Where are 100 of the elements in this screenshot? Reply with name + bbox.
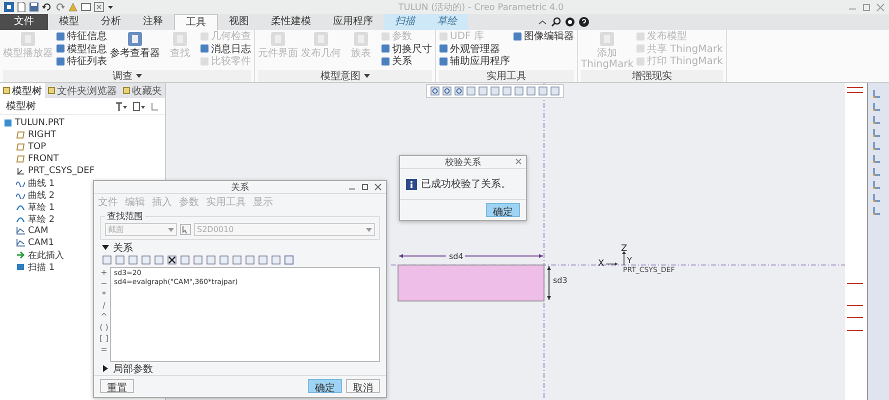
ribbon-tab[interactable]: 柔性建模	[260, 14, 322, 30]
filter-icon[interactable]	[151, 102, 159, 110]
settings-icon[interactable]	[565, 17, 575, 27]
show-menu-icon[interactable]	[133, 102, 145, 110]
triangle-icon	[102, 244, 109, 251]
ribbon-tab[interactable]: 视图	[218, 14, 260, 30]
info-icon	[406, 178, 417, 190]
ribbon-tab[interactable]: 注释	[132, 14, 174, 30]
caret-icon	[168, 226, 174, 232]
ok-button[interactable]: 确定	[486, 203, 520, 217]
ribbon-tab[interactable]: 文件	[0, 14, 48, 30]
dialog-title: 校验关系	[445, 156, 481, 168]
axis-label: Y	[627, 256, 632, 265]
ribbon-tool-icon	[127, 31, 143, 47]
corner-icon[interactable]	[872, 89, 882, 99]
ribbon-tab[interactable]: 模型	[48, 14, 90, 30]
panel-tab-icon	[48, 87, 55, 94]
maximize-icon[interactable]	[862, 2, 871, 12]
app-icon[interactable]	[4, 2, 14, 12]
ribbon-button[interactable]: 特征列表	[56, 55, 107, 68]
ribbon-tab[interactable]: 工具	[174, 14, 218, 30]
dimension-line	[547, 266, 551, 300]
group-label: 查找范围	[106, 210, 144, 223]
zoom-in-icon[interactable]	[442, 86, 452, 96]
ribbon-tab[interactable]: 草绘	[426, 14, 468, 30]
window-icon[interactable]	[81, 2, 91, 12]
ribbon-button[interactable]: 模型信息	[56, 42, 107, 55]
verify-icon[interactable]	[284, 255, 294, 265]
operator-button[interactable]: ( )	[98, 322, 110, 333]
operator-button[interactable]: *	[98, 289, 110, 300]
graph-icon	[16, 239, 25, 247]
dialog-title: 关系	[231, 182, 249, 194]
panel-tab-icon	[123, 87, 130, 94]
panel-tab[interactable]: 文件夹浏览器	[45, 83, 120, 98]
dimension-label: sd4	[449, 252, 464, 261]
zoom-fit-icon[interactable]	[430, 86, 440, 96]
sweep-icon	[16, 263, 25, 271]
ribbon-button[interactable]: 参考查看器	[110, 30, 160, 70]
pointer-select-icon[interactable]	[180, 224, 191, 235]
dialog-button[interactable]: 重置	[100, 379, 134, 393]
operator-button[interactable]: ^	[98, 311, 110, 322]
search-icon[interactable]	[551, 17, 561, 27]
panel-tab-icon	[3, 87, 10, 94]
tree-item[interactable]: RIGHT	[0, 129, 165, 141]
caret-icon	[364, 73, 370, 79]
panel-tab[interactable]: 收藏夹	[120, 83, 165, 98]
help-icon[interactable]	[579, 17, 589, 27]
dialog-button[interactable]: 确定	[308, 379, 342, 393]
tree-item[interactable]: TULUN.PRT	[0, 117, 165, 129]
axis-label: Z	[621, 244, 628, 254]
section-toggle[interactable]: 局部参数	[94, 362, 386, 375]
coordinate-axes	[606, 251, 626, 266]
operator-button[interactable]: [ ]	[98, 333, 110, 344]
operator-button[interactable]: +	[98, 267, 110, 278]
window-title: TULUN (活动的) - Creo Parametric 4.0	[397, 2, 565, 14]
ribbon-tab[interactable]: 应用程序	[322, 14, 384, 30]
corner-icon[interactable]	[872, 115, 882, 125]
triangle-icon	[102, 365, 109, 372]
tree-item[interactable]: 曲线 1	[0, 177, 165, 189]
save-icon[interactable]	[29, 2, 39, 12]
collapse-ribbon-icon[interactable]	[538, 18, 547, 26]
tree-settings-icon[interactable]	[115, 102, 127, 110]
graph-icon	[16, 227, 25, 235]
ribbon-tab[interactable]: 扫描	[384, 14, 426, 30]
close-icon[interactable]	[374, 183, 382, 191]
tree-item[interactable]: TOP	[0, 141, 165, 153]
ribbon-button[interactable]: 消息日志	[200, 42, 251, 55]
ribbon-tab[interactable]: 分析	[90, 14, 132, 30]
dimension-label: sd3	[553, 276, 568, 285]
panel-header: 模型树	[6, 100, 36, 113]
ribbon-button[interactable]: 关系	[381, 55, 432, 68]
regenerate-icon[interactable]	[68, 2, 78, 12]
group-label[interactable]: 调查	[112, 69, 142, 83]
delete-icon[interactable]	[167, 255, 177, 265]
csys-icon	[16, 167, 25, 175]
ribbon-button[interactable]: 外观管理器	[439, 42, 510, 55]
ribbon-button[interactable]: 切换尺寸	[381, 42, 432, 55]
panel-tab[interactable]: 模型树	[0, 83, 45, 98]
operator-button[interactable]: −	[98, 278, 110, 289]
close-icon[interactable]	[515, 158, 522, 165]
tree-item[interactable]: FRONT	[0, 153, 165, 165]
ribbon-tool-icon	[513, 32, 522, 41]
operator-button[interactable]: /	[98, 300, 110, 311]
ribbon-button[interactable]: 图像编辑器	[513, 30, 574, 42]
message-text: 已成功校验了关系。	[421, 178, 511, 191]
ribbon-button[interactable]: 辅助应用程序	[439, 55, 510, 68]
axis-label: X	[598, 259, 604, 269]
caret-icon	[136, 73, 142, 79]
ribbon-button[interactable]: 特征信息	[56, 30, 107, 42]
new-file-icon[interactable]	[17, 2, 26, 12]
caret-icon	[366, 226, 372, 232]
zoom-out-icon[interactable]	[454, 86, 464, 96]
insert-icon	[16, 251, 25, 259]
close-icon[interactable]	[876, 2, 885, 12]
tree-item[interactable]: PRT_CSYS_DEF	[0, 165, 165, 177]
section-toggle[interactable]: 关系	[94, 241, 386, 254]
dialog-button[interactable]: 取消	[346, 379, 380, 393]
maximize-icon[interactable]	[361, 183, 369, 191]
operator-button[interactable]: =	[98, 344, 110, 355]
corner-icon[interactable]	[872, 102, 882, 112]
